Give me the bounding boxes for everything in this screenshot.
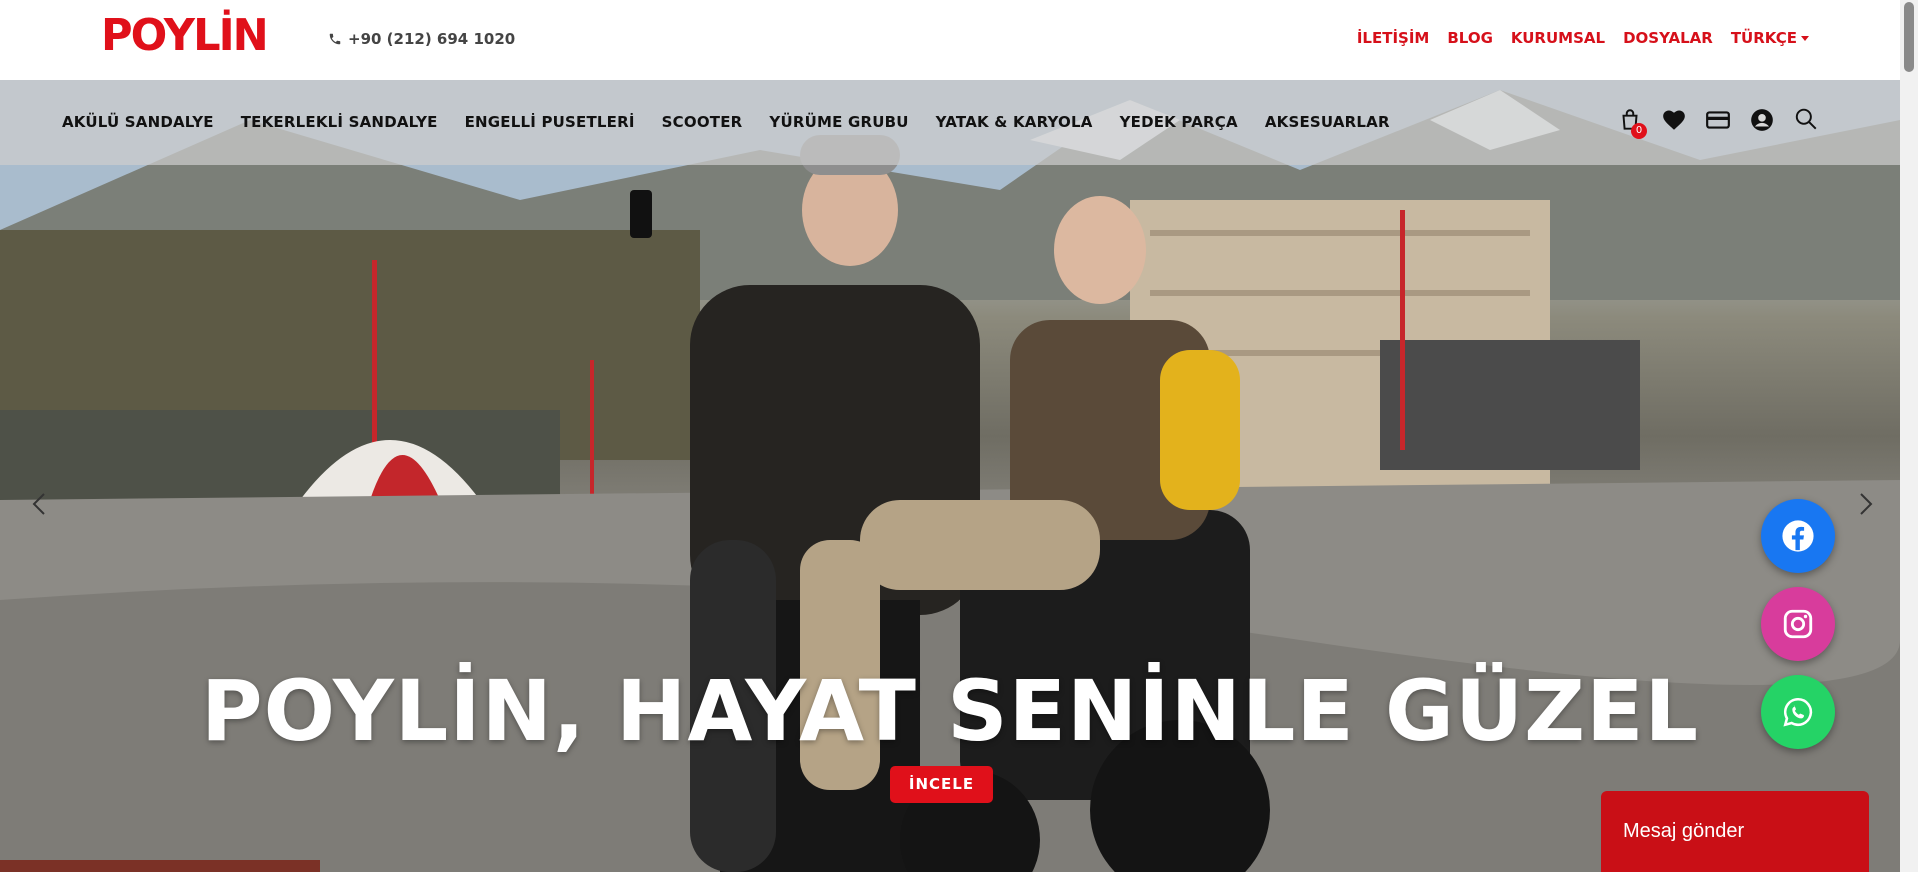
nav-item-scooter[interactable]: SCOOTER <box>662 113 743 131</box>
chevron-down-icon <box>1801 35 1809 41</box>
top-bar: POYLİN +90 (212) 694 1020 İLETİŞİM BLOG … <box>0 0 1900 80</box>
search-icon[interactable] <box>1793 107 1819 133</box>
user-icon[interactable] <box>1749 107 1775 133</box>
page-scrollbar[interactable] <box>1900 0 1918 872</box>
phone-number[interactable]: +90 (212) 694 1020 <box>328 28 515 50</box>
link-contact[interactable]: İLETİŞİM <box>1357 26 1430 50</box>
hero-cta-button[interactable]: İNCELE <box>890 766 993 803</box>
slider-next-icon[interactable] <box>1855 492 1875 516</box>
hero-headline: POYLİN, HAYAT SENİNLE GÜZEL <box>201 662 1699 760</box>
nav-item-beds[interactable]: YATAK & KARYOLA <box>936 113 1093 131</box>
nav-item-disability-strollers[interactable]: ENGELLİ PUSETLERİ <box>465 113 635 131</box>
cart-icon[interactable]: 0 <box>1617 107 1647 139</box>
facebook-icon <box>1782 520 1814 552</box>
slider-prev-icon[interactable] <box>30 492 50 516</box>
instagram-icon <box>1783 609 1813 639</box>
heart-icon[interactable] <box>1661 107 1687 133</box>
credit-card-icon[interactable] <box>1705 107 1731 133</box>
nav-item-accessories[interactable]: AKSESUARLAR <box>1265 113 1390 131</box>
nav-item-walking-aids[interactable]: YÜRÜME GRUBU <box>769 113 908 131</box>
logo[interactable]: POYLİN <box>101 14 269 58</box>
nav-item-spare-parts[interactable]: YEDEK PARÇA <box>1120 113 1238 131</box>
link-corporate[interactable]: KURUMSAL <box>1511 26 1605 50</box>
phone-text: +90 (212) 694 1020 <box>348 30 516 48</box>
nav-item-wheelchair[interactable]: TEKERLEKLİ SANDALYE <box>241 113 438 131</box>
language-selector[interactable]: TÜRKÇE <box>1731 26 1809 50</box>
whatsapp-button[interactable] <box>1761 675 1835 749</box>
cart-count-badge: 0 <box>1631 123 1647 139</box>
link-blog[interactable]: BLOG <box>1447 26 1493 50</box>
language-label: TÜRKÇE <box>1730 29 1797 47</box>
top-links: İLETİŞİM BLOG KURUMSAL DOSYALAR TÜRKÇE <box>1357 26 1809 50</box>
phone-icon <box>329 33 341 45</box>
chat-widget-button[interactable]: Mesaj gönder <box>1601 791 1869 872</box>
link-files[interactable]: DOSYALAR <box>1623 26 1713 50</box>
main-nav: AKÜLÜ SANDALYE TEKERLEKLİ SANDALYE ENGEL… <box>0 80 1900 165</box>
category-menu: AKÜLÜ SANDALYE TEKERLEKLİ SANDALYE ENGEL… <box>62 113 1390 131</box>
nav-icons: 0 <box>1617 107 1819 139</box>
whatsapp-icon <box>1783 697 1813 727</box>
instagram-button[interactable] <box>1761 587 1835 661</box>
facebook-button[interactable] <box>1761 499 1835 573</box>
scrollbar-thumb[interactable] <box>1904 2 1914 72</box>
nav-item-electric-wheelchair[interactable]: AKÜLÜ SANDALYE <box>62 113 214 131</box>
